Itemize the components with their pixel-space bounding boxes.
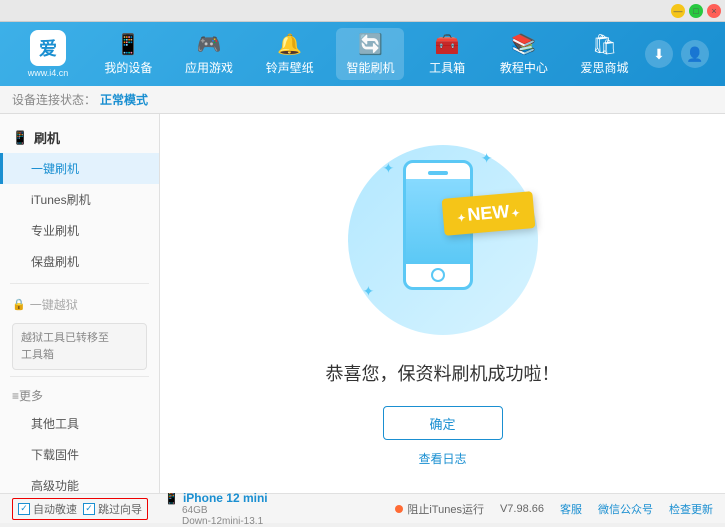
more-section-label: ≡: [12, 389, 19, 403]
sparkle-2: ✦: [481, 150, 493, 167]
sidebar-item-pro-flash[interactable]: 专业刷机: [0, 215, 159, 246]
logo-icon: 爱: [30, 30, 66, 66]
status-value: 正常模式: [100, 91, 148, 108]
nav-store-label: 爱思商城: [581, 59, 629, 76]
device-section: 📱 iPhone 12 mini 64GB Down-12mini-13.1: [164, 491, 284, 527]
sidebar-item-other-tools[interactable]: 其他工具: [0, 408, 159, 439]
download-firmware-label: 下载固件: [31, 448, 79, 462]
bottom-full: 自动敬速 跳过向导 📱 iPhone 12 mini 64GB Down-12m…: [12, 494, 713, 523]
status-bar: 设备连接状态： 正常模式: [0, 86, 725, 114]
phone-illustration: ✦ ✦ ✦ NEW: [343, 140, 543, 340]
toolbox-icon: 🧰: [435, 32, 460, 57]
header: 爱 www.i4.cn 📱 我的设备 🎮 应用游戏 🔔 铃声壁纸 🔄 智能刷机 …: [0, 22, 725, 86]
sidebar-jailbreak-header: 🔒 一键越狱: [0, 290, 159, 319]
sidebar-divider-2: [10, 376, 149, 377]
nav-smart-flash[interactable]: 🔄 智能刷机: [336, 28, 404, 80]
skip-wizard-checkbox[interactable]: [83, 503, 95, 515]
nav-tutorial-label: 教程中心: [500, 59, 548, 76]
checkbox-group: 自动敬速 跳过向导: [12, 498, 148, 520]
flash-section-label: 刷机: [34, 128, 60, 147]
smart-flash-icon: 🔄: [358, 32, 383, 57]
new-badge: NEW: [441, 191, 535, 236]
one-key-flash-label: 一键刷机: [31, 162, 79, 176]
skip-wizard-checkbox-item: 跳过向导: [83, 501, 142, 517]
bottom-right: 阻止iTunes运行 V7.98.66 客服 微信公众号 检查更新: [395, 501, 713, 517]
success-message: 恭喜您，保资料刷机成功啦！: [326, 360, 560, 386]
minimize-button[interactable]: —: [671, 4, 685, 18]
nav-items: 📱 我的设备 🎮 应用游戏 🔔 铃声壁纸 🔄 智能刷机 🧰 工具箱 📚 教程中心…: [88, 28, 645, 80]
main-area: 📱 刷机 一键刷机 iTunes刷机 专业刷机 保盘刷机 🔒 一键越狱 越狱工具…: [0, 114, 725, 493]
itunes-flash-label: iTunes刷机: [31, 193, 91, 207]
nav-my-device[interactable]: 📱 我的设备: [94, 28, 162, 80]
maximize-button[interactable]: □: [689, 4, 703, 18]
sidebar-item-itunes-flash[interactable]: iTunes刷机: [0, 184, 159, 215]
itunes-dot: [395, 505, 403, 513]
sparkle-1: ✦: [383, 160, 395, 177]
nav-apps-games[interactable]: 🎮 应用游戏: [175, 28, 243, 80]
skip-wizard-label: 跳过向导: [98, 501, 142, 517]
jailbreak-notice: 越狱工具已转移至工具箱: [12, 323, 147, 370]
nav-my-device-label: 我的设备: [104, 59, 152, 76]
sidebar-item-one-key-flash[interactable]: 一键刷机: [0, 153, 159, 184]
download-button[interactable]: ⬇: [645, 40, 673, 68]
title-bar: — □ ×: [0, 0, 725, 22]
logo-area[interactable]: 爱 www.i4.cn: [8, 30, 88, 78]
apps-games-icon: 🎮: [197, 32, 222, 57]
ringtone-icon: 🔔: [277, 32, 302, 57]
device-storage: 64GB: [182, 505, 284, 516]
check-update-link[interactable]: 检查更新: [669, 501, 713, 517]
phone-home-btn: [431, 268, 445, 282]
view-log-link[interactable]: 查看日志: [418, 450, 466, 467]
nav-apps-games-label: 应用游戏: [185, 59, 233, 76]
device-firmware: Down-12mini-13.1: [182, 516, 284, 527]
sidebar: 📱 刷机 一键刷机 iTunes刷机 专业刷机 保盘刷机 🔒 一键越狱 越狱工具…: [0, 114, 160, 493]
confirm-button[interactable]: 确定: [383, 406, 503, 440]
nav-right-buttons: ⬇ 👤: [645, 40, 717, 68]
nav-ringtone-label: 铃声壁纸: [266, 59, 314, 76]
nav-toolbox-label: 工具箱: [429, 59, 465, 76]
save-flash-label: 保盘刷机: [31, 255, 79, 269]
sparkle-3: ✦: [363, 283, 375, 300]
bottom-bar: 自动敬速 跳过向导 📱 iPhone 12 mini 64GB Down-12m…: [0, 493, 725, 523]
auto-connect-checkbox[interactable]: [18, 503, 30, 515]
nav-ringtone[interactable]: 🔔 铃声壁纸: [256, 28, 324, 80]
auto-connect-label: 自动敬速: [33, 501, 77, 517]
nav-tutorial[interactable]: 📚 教程中心: [490, 28, 558, 80]
sidebar-divider-1: [10, 283, 149, 284]
bottom-left: 自动敬速 跳过向导 📱 iPhone 12 mini 64GB Down-12m…: [12, 491, 395, 527]
logo-url: www.i4.cn: [28, 68, 69, 78]
wechat-link[interactable]: 微信公众号: [598, 501, 653, 517]
more-label: 更多: [19, 387, 43, 404]
jailbreak-label: 一键越狱: [30, 296, 78, 313]
phone-speaker: [428, 171, 448, 175]
other-tools-label: 其他工具: [31, 417, 79, 431]
flash-section-icon: 📱: [12, 130, 28, 146]
jailbreak-notice-text: 越狱工具已转移至工具箱: [21, 332, 109, 361]
sidebar-flash-header: 📱 刷机: [0, 122, 159, 153]
itunes-status: 阻止iTunes运行: [395, 501, 484, 517]
content-area: ✦ ✦ ✦ NEW 恭喜您，保资料刷机成功啦！ 确定 查看日志: [160, 114, 725, 493]
support-link[interactable]: 客服: [560, 501, 582, 517]
pro-flash-label: 专业刷机: [31, 224, 79, 238]
close-button[interactable]: ×: [707, 4, 721, 18]
lock-icon: 🔒: [12, 298, 26, 311]
sidebar-more-header: ≡ 更多: [0, 383, 159, 408]
sidebar-item-download-firmware[interactable]: 下载固件: [0, 439, 159, 470]
tutorial-icon: 📚: [511, 32, 536, 57]
nav-smart-flash-label: 智能刷机: [346, 59, 394, 76]
user-button[interactable]: 👤: [681, 40, 709, 68]
auto-connect-checkbox-item: 自动敬速: [18, 501, 77, 517]
store-icon: 🛍: [592, 32, 617, 57]
version-label: V7.98.66: [500, 503, 544, 515]
my-device-icon: 📱: [116, 32, 141, 57]
nav-toolbox[interactable]: 🧰 工具箱: [417, 28, 477, 80]
status-label: 设备连接状态：: [12, 91, 96, 108]
nav-store[interactable]: 🛍 爱思商城: [571, 28, 639, 80]
itunes-status-label: 阻止iTunes运行: [407, 501, 484, 517]
sidebar-item-save-flash[interactable]: 保盘刷机: [0, 246, 159, 277]
